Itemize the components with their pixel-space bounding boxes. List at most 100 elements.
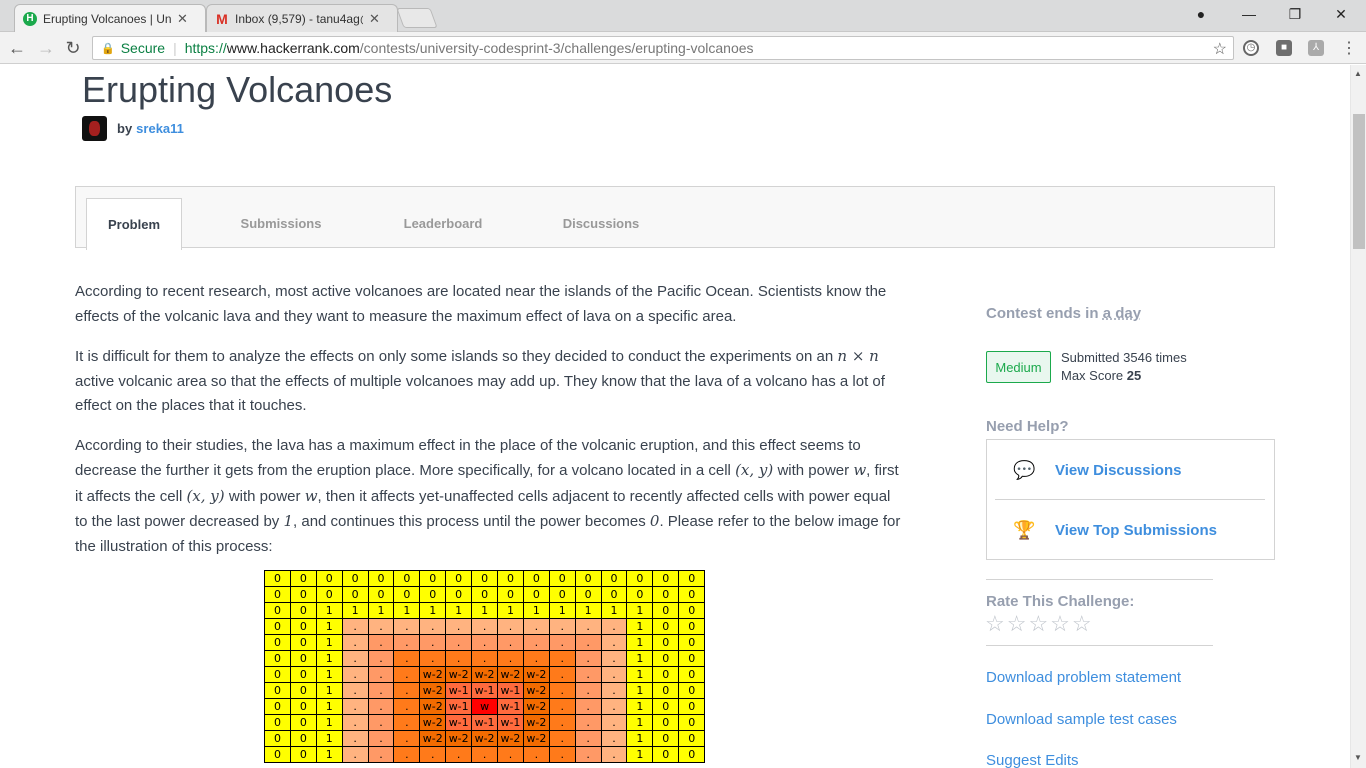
grid-cell: 0 (264, 730, 291, 747)
grid-cell: 0 (548, 586, 576, 603)
grid-cell: 0 (497, 586, 524, 603)
grid-cell: . (522, 746, 550, 763)
grid-cell: 0 (289, 698, 317, 715)
address-bar[interactable]: 🔒 Secure | https://www.hackerrank.com/co… (92, 36, 1234, 60)
browser-tab-gmail[interactable]: M Inbox (9,579) - tanu4ag@ ✕ (206, 4, 398, 32)
grid-cell: . (393, 618, 421, 635)
grid-cell: 0 (678, 618, 706, 635)
download-statement-link[interactable]: Download problem statement (986, 669, 1181, 686)
close-tab-icon[interactable]: ✕ (177, 11, 188, 27)
grid-cell: 1 (315, 650, 343, 667)
grid-cell: . (548, 666, 576, 683)
page-scrollbar[interactable]: ▲ ▼ (1350, 65, 1366, 768)
tab-discussions[interactable]: Discussions (536, 198, 666, 249)
grid-cell: 0 (289, 714, 317, 731)
grid-cell: . (471, 618, 499, 635)
minimize-icon[interactable]: — (1226, 0, 1272, 28)
grid-cell: 1 (626, 682, 654, 699)
close-tab-icon[interactable]: ✕ (369, 11, 380, 27)
grid-cell: 0 (678, 634, 706, 651)
max-score-value: 25 (1126, 368, 1142, 383)
grid-cell: . (367, 666, 395, 683)
view-top-submissions-link[interactable]: 🏆 View Top Submissions (995, 501, 1265, 560)
grid-cell: 0 (315, 586, 343, 603)
back-icon[interactable]: ← (6, 38, 28, 59)
grid-cell: 1 (445, 602, 473, 619)
grid-cell: 1 (626, 666, 654, 683)
grid-cell: . (548, 650, 576, 667)
grid-cell: 1 (471, 602, 499, 619)
tab-submissions[interactable]: Submissions (216, 198, 346, 249)
pdf-extension-icon[interactable]: ⅄ (1308, 40, 1324, 56)
grid-cell: 0 (574, 570, 602, 587)
scrollbar-thumb[interactable] (1353, 114, 1365, 249)
history-extension-icon[interactable]: ◷ (1243, 40, 1259, 56)
grid-cell: 0 (522, 586, 550, 603)
grid-cell: . (367, 618, 395, 635)
grid-cell: . (548, 682, 576, 699)
close-window-icon[interactable]: ✕ (1318, 0, 1364, 28)
bookmark-star-icon[interactable]: ☆ (1213, 39, 1227, 59)
grid-cell: 1 (419, 602, 447, 619)
tab-problem[interactable]: Problem (86, 198, 182, 250)
grid-cell: . (497, 618, 524, 635)
challenge-tabs: Problem Submissions Leaderboard Discussi… (75, 186, 1275, 250)
new-tab-button[interactable] (396, 8, 438, 28)
scroll-down-icon[interactable]: ▼ (1354, 753, 1362, 762)
math-one: 1 (283, 512, 294, 530)
grid-cell: 0 (289, 650, 317, 667)
view-discussions-link[interactable]: 💬 View Discussions (995, 441, 1265, 500)
grid-cell: w-1 (445, 682, 473, 699)
grid-cell: . (367, 730, 395, 747)
grid-cell: . (548, 698, 576, 715)
reload-icon[interactable]: ↻ (62, 38, 84, 59)
grid-cell: . (445, 618, 473, 635)
grid-cell: 0 (471, 586, 499, 603)
grid-cell: w-2 (419, 666, 447, 683)
grid-cell: . (497, 650, 524, 667)
rating-stars[interactable]: ☆☆☆☆☆ (985, 611, 1094, 637)
author-avatar[interactable] (82, 116, 107, 141)
grid-cell: 1 (393, 602, 421, 619)
tab-leaderboard[interactable]: Leaderboard (376, 198, 510, 249)
grid-cell: . (341, 714, 369, 731)
grid-cell: . (497, 746, 524, 763)
extension-icon[interactable]: ■ (1276, 40, 1292, 56)
grid-cell: . (574, 730, 602, 747)
contest-ends-label: Contest ends in (986, 305, 1099, 322)
forward-icon[interactable]: → (35, 38, 57, 59)
grid-cell: 0 (471, 570, 499, 587)
secure-label: Secure (120, 40, 166, 56)
author-link[interactable]: sreka11 (136, 121, 184, 136)
menu-kebab-icon[interactable]: ⋮ (1338, 38, 1360, 58)
grid-cell: w-2 (471, 730, 499, 747)
url-scheme: https:// (184, 40, 227, 56)
grid-cell: 0 (652, 714, 680, 731)
grid-cell: 0 (289, 602, 317, 619)
grid-cell: . (341, 666, 369, 683)
scroll-up-icon[interactable]: ▲ (1354, 69, 1362, 78)
grid-cell: 0 (678, 586, 706, 603)
grid-cell: w-2 (522, 714, 550, 731)
browser-tab-hackerrank[interactable]: H Erupting Volcanoes | Uni ✕ (14, 4, 206, 32)
maximize-icon[interactable]: ❐ (1272, 0, 1318, 28)
grid-cell: . (600, 698, 628, 715)
download-samples-link[interactable]: Download sample test cases (986, 711, 1177, 728)
suggest-edits-link[interactable]: Suggest Edits (986, 752, 1079, 768)
grid-cell: w-2 (497, 730, 524, 747)
math-n-by-n: n × n (837, 347, 879, 365)
view-discussions-label: View Discussions (1055, 461, 1182, 479)
hackerrank-favicon-icon: H (23, 11, 37, 26)
grid-cell: . (393, 682, 421, 699)
profile-icon[interactable]: ● (1178, 0, 1224, 28)
grid-cell: . (471, 650, 499, 667)
contest-timer: Contest ends in a day (986, 305, 1141, 322)
browser-toolbar: ← → ↻ 🔒 Secure | https://www.hackerrank.… (0, 32, 1366, 64)
grid-cell: . (600, 746, 628, 763)
grid-cell: . (341, 650, 369, 667)
grid-cell: . (548, 618, 576, 635)
grid-cell: . (367, 634, 395, 651)
grid-cell: 0 (264, 586, 291, 603)
math-zero: 0 (649, 512, 660, 530)
problem-statement: According to recent research, most activ… (75, 280, 905, 574)
